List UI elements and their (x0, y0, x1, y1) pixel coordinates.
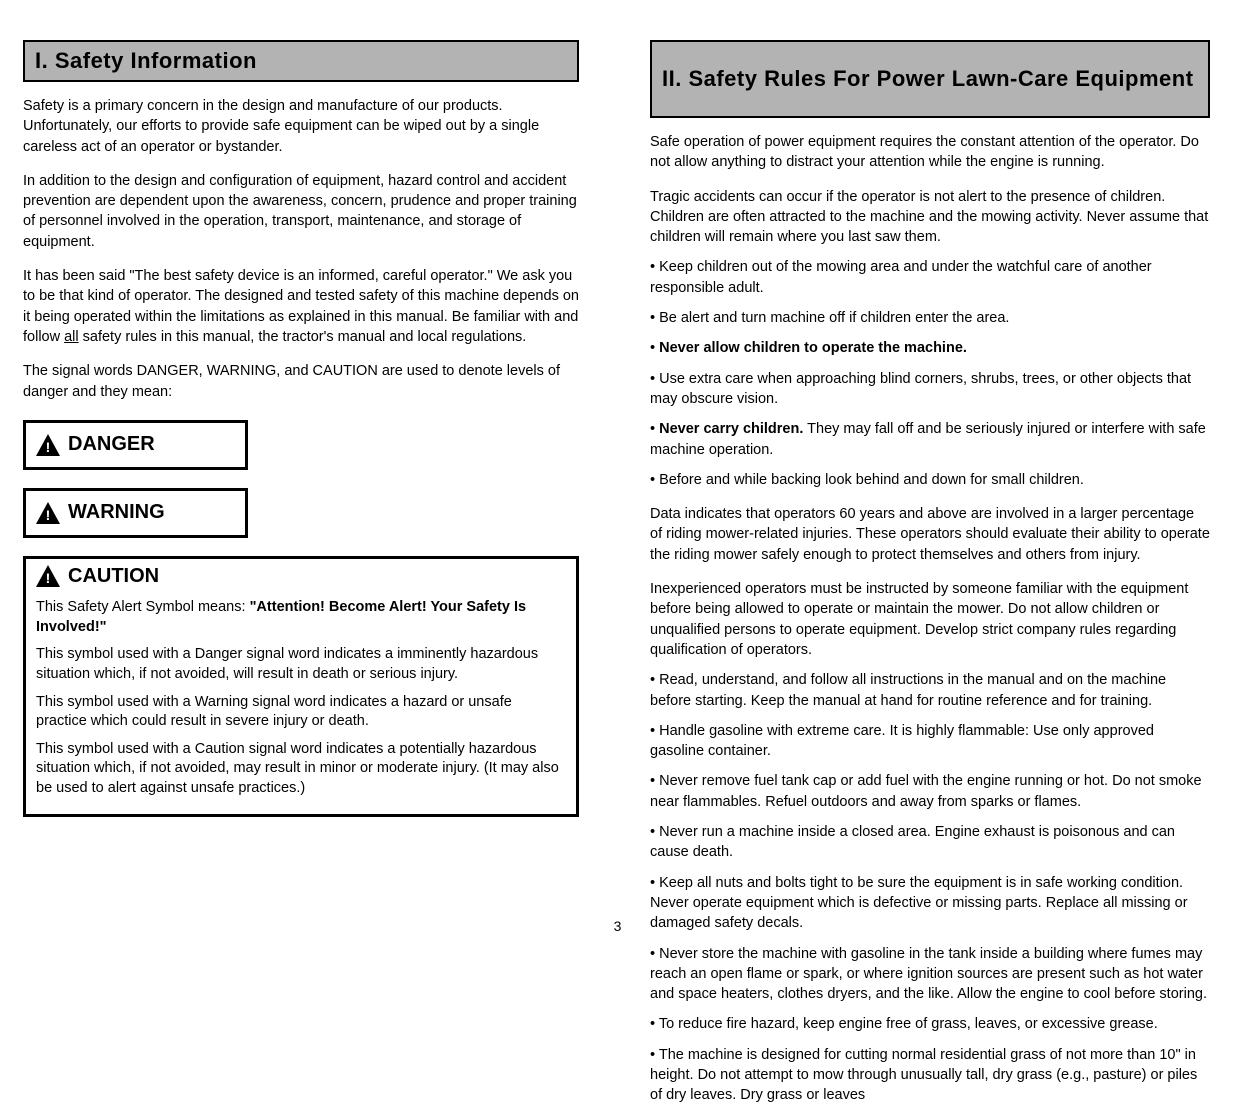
text: This Safety Alert Symbol means: (36, 599, 250, 615)
caution-text: CAUTION (68, 565, 159, 588)
danger-text: DANGER (68, 433, 155, 456)
paragraph: In addition to the design and configurat… (23, 171, 579, 252)
svg-text:!: ! (46, 507, 51, 523)
caution-paragraph: This symbol used with a Danger signal wo… (36, 645, 566, 684)
bullet-item: • Keep children out of the mowing area a… (650, 257, 1210, 298)
bullet-item: • Never remove fuel tank cap or add fuel… (650, 771, 1210, 812)
bullet-item: • Before and while backing look behind a… (650, 470, 1210, 490)
left-column: I. Safety Information Safety is a primar… (23, 40, 579, 817)
warning-label: ! WARNING (36, 501, 165, 524)
paragraph: Inexperienced operators must be instruct… (650, 579, 1210, 660)
caution-box: ! CAUTION This Safety Alert Symbol means… (23, 556, 579, 818)
paragraph: Safe operation of power equipment requir… (650, 132, 1210, 173)
warning-box: ! WARNING (23, 488, 248, 538)
svg-text:!: ! (46, 570, 51, 586)
caution-label: ! CAUTION (36, 565, 159, 588)
danger-label: ! DANGER (36, 433, 155, 456)
page-number: 3 (614, 918, 622, 934)
bullet-item: • Never carry children. They may fall of… (650, 419, 1210, 460)
bullet-item: • Use extra care when approaching blind … (650, 369, 1210, 410)
bold-text: Never carry children. (659, 421, 803, 437)
danger-box: ! DANGER (23, 420, 248, 470)
caution-paragraph: This symbol used with a Caution signal w… (36, 740, 566, 799)
paragraph: Tragic accidents can occur if the operat… (650, 187, 1210, 248)
svg-text:!: ! (46, 439, 51, 455)
text: • (650, 340, 659, 356)
text: • (650, 421, 659, 437)
paragraph: The signal words DANGER, WARNING, and CA… (23, 361, 579, 402)
section-header-safety-info: I. Safety Information (23, 40, 579, 82)
bullet-item: • Be alert and turn machine off if child… (650, 308, 1210, 328)
alert-triangle-icon: ! (36, 434, 60, 456)
alert-triangle-icon: ! (36, 565, 60, 587)
text: safety rules in this manual, the tractor… (79, 329, 527, 345)
paragraph: Safety is a primary concern in the desig… (23, 96, 579, 157)
section-header-safety-rules: II. Safety Rules For Power Lawn-Care Equ… (650, 40, 1210, 118)
document-page: I. Safety Information Safety is a primar… (0, 0, 1235, 954)
bullet-item: • The machine is designed for cutting no… (650, 1045, 1210, 1106)
caution-paragraph: This Safety Alert Symbol means: "Attenti… (36, 598, 566, 637)
paragraph: It has been said "The best safety device… (23, 266, 579, 347)
bullet-item: • Keep all nuts and bolts tight to be su… (650, 873, 1210, 934)
bold-text: Never allow children to operate the mach… (659, 340, 967, 356)
paragraph: Data indicates that operators 60 years a… (650, 504, 1210, 565)
bullet-item: • Handle gasoline with extreme care. It … (650, 721, 1210, 762)
bullet-item: • Never allow children to operate the ma… (650, 338, 1210, 358)
bullet-item: • To reduce fire hazard, keep engine fre… (650, 1014, 1210, 1034)
bullet-item: • Never store the machine with gasoline … (650, 944, 1210, 1005)
alert-triangle-icon: ! (36, 502, 60, 524)
warning-text: WARNING (68, 501, 165, 524)
caution-body: This Safety Alert Symbol means: "Attenti… (36, 598, 566, 798)
bullet-item: • Read, understand, and follow all instr… (650, 670, 1210, 711)
bullet-item: • Never run a machine inside a closed ar… (650, 822, 1210, 863)
right-column: II. Safety Rules For Power Lawn-Care Equ… (650, 40, 1210, 1106)
caution-paragraph: This symbol used with a Warning signal w… (36, 693, 566, 732)
underlined-text: all (64, 329, 79, 345)
